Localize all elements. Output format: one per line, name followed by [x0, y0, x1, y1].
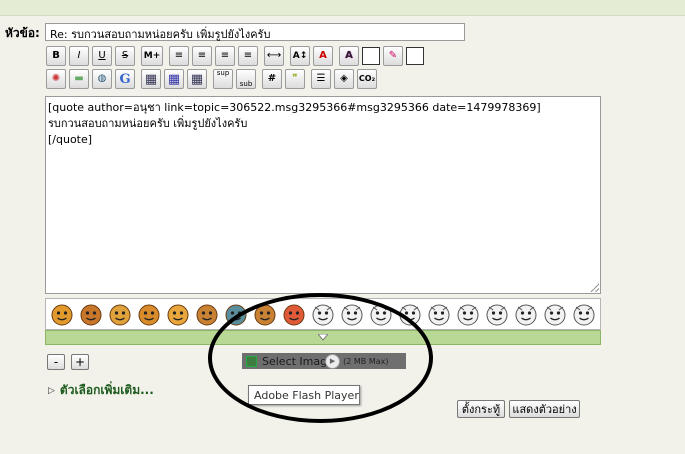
subject-input[interactable]: Re: รบกวนสอบถามหน่อยครับ เพิ่มรูปยังไงคร…	[45, 23, 465, 41]
message-editor[interactable]: [quote author=อนุชา link=topic=306522.ms…	[45, 96, 601, 294]
smiley-icon[interactable]	[541, 300, 569, 328]
co2-button[interactable]: CO₂	[357, 69, 377, 89]
link-button[interactable]: ◍	[92, 69, 112, 89]
text-color-swatch[interactable]	[362, 47, 380, 65]
code-button[interactable]: #	[262, 69, 282, 89]
smiley-icon[interactable]	[106, 300, 134, 328]
table-cell-button[interactable]: ▦	[187, 69, 207, 89]
more-button[interactable]: M+	[141, 46, 163, 66]
highlight-color-swatch[interactable]	[406, 47, 424, 65]
italic-button[interactable]: I	[69, 46, 89, 66]
subject-label: หัวข้อ:	[5, 26, 40, 40]
table-row-button[interactable]: ▦	[164, 69, 184, 89]
strikethrough-button[interactable]: S	[115, 46, 135, 66]
editor-line: รบกวนสอบถามหน่อยครับ เพิ่มรูปยังไงครับ	[48, 117, 248, 130]
font-face-button[interactable]: A	[313, 46, 333, 66]
font-size-button[interactable]: A↕	[290, 46, 310, 66]
smiley-icon[interactable]	[193, 300, 221, 328]
align-right-button[interactable]: ≡	[238, 46, 258, 66]
text-color-button[interactable]: A	[339, 46, 359, 66]
image-button[interactable]: ▬	[69, 69, 89, 89]
subscript-button[interactable]: sub	[236, 69, 256, 89]
table-button[interactable]: ▦	[141, 69, 161, 89]
underline-button[interactable]: U	[92, 46, 112, 66]
editor-line: [quote author=อนุชา link=topic=306522.ms…	[48, 101, 541, 114]
smiley-icon[interactable]	[77, 300, 105, 328]
smiley-icon[interactable]	[454, 300, 482, 328]
cube-button[interactable]: ◈	[334, 69, 354, 89]
smiley-icon[interactable]	[483, 300, 511, 328]
more-options-link[interactable]: ▷ ตัวเลือกเพิ่มเติม...	[48, 381, 154, 400]
annotation-ellipse	[208, 293, 433, 423]
quote-button[interactable]: ❞	[285, 69, 305, 89]
list-button[interactable]: ☰	[311, 69, 331, 89]
expand-triangle-icon: ▷	[48, 385, 55, 396]
editor-line: [/quote]	[48, 133, 93, 146]
smiley-icon[interactable]	[512, 300, 540, 328]
resize-grip-icon[interactable]	[590, 283, 599, 292]
preformatted-button[interactable]: ≡	[169, 46, 189, 66]
horizontal-rule-button[interactable]: ⟷	[264, 46, 284, 66]
smiley-icon[interactable]	[135, 300, 163, 328]
smiley-icon[interactable]	[164, 300, 192, 328]
more-options-label: ตัวเลือกเพิ่มเติม...	[59, 383, 154, 397]
google-button[interactable]: G	[115, 69, 135, 89]
smiley-icon[interactable]	[425, 300, 453, 328]
superscript-button[interactable]: sup	[213, 69, 233, 89]
flash-button[interactable]: ✺	[46, 69, 66, 89]
align-left-button[interactable]: ≡	[192, 46, 212, 66]
preview-button[interactable]: แสดงตัวอย่าง	[509, 400, 580, 418]
shrink-editor-button[interactable]: -	[47, 354, 65, 370]
toolbar-row-2: ✺ ▬ ◍ G ▦ ▦ ▦ sup sub # ❞ ☰ ◈ CO₂	[46, 69, 380, 89]
highlight-color-button[interactable]: ✎	[383, 46, 403, 66]
grow-editor-button[interactable]: +	[71, 354, 89, 370]
align-center-button[interactable]: ≡	[215, 46, 235, 66]
smiley-icon[interactable]	[48, 300, 76, 328]
smiley-icon[interactable]	[570, 300, 598, 328]
top-band	[0, 0, 685, 16]
bold-button[interactable]: B	[46, 46, 66, 66]
toolbar-row-1: B I U S M+ ≡ ≡ ≡ ≡ ⟷ A↕ A A ✎	[46, 46, 427, 66]
post-button[interactable]: ตั้งกระทู้	[457, 400, 505, 418]
